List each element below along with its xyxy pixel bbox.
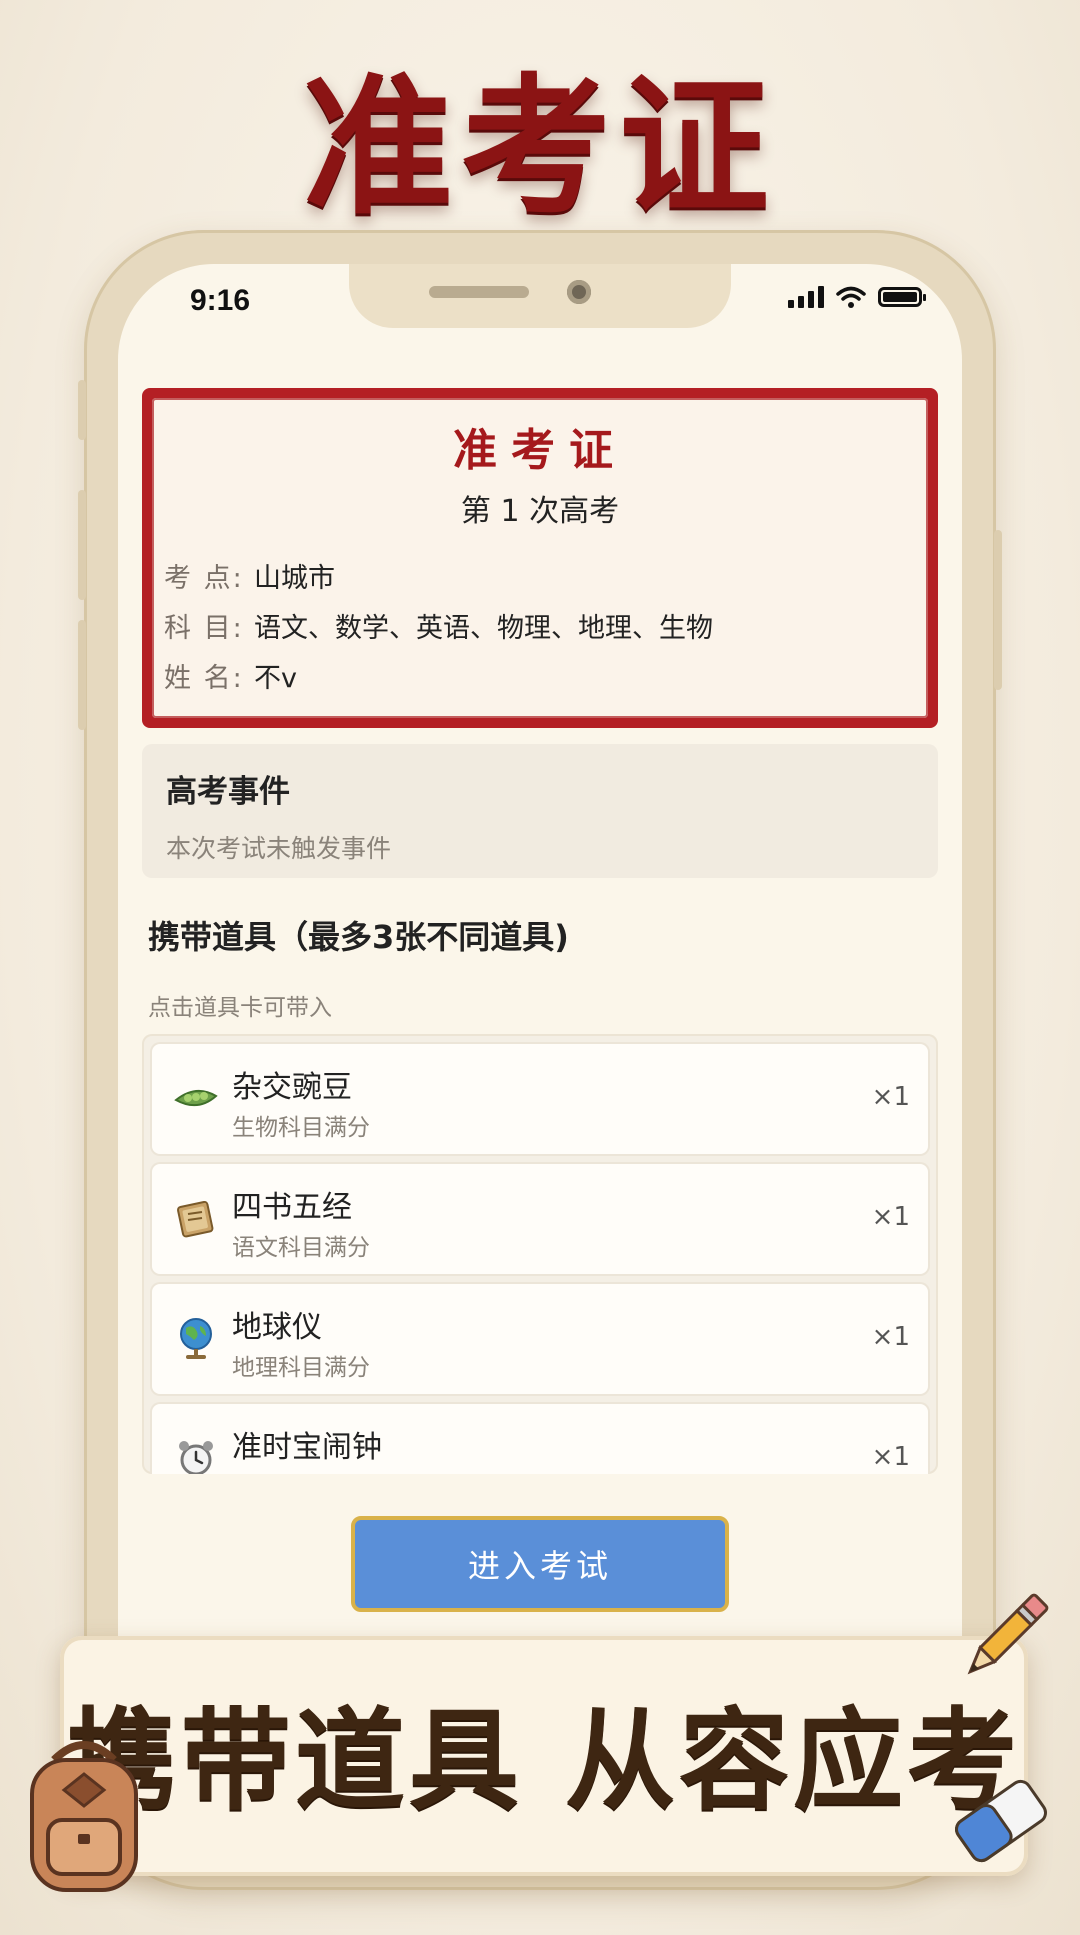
prop-name: 地球仪 [232,1310,322,1345]
prop-count: ×1 [871,1082,910,1112]
promo-banner: 携带道具 从容应考 [60,1636,1028,1876]
event-title: 高考事件 [166,774,290,810]
prop-count: ×1 [871,1322,910,1352]
phone-volume-down [78,620,86,730]
prop-card-alarm-clock[interactable]: 准时宝闹钟 ×1 [152,1404,928,1474]
books-icon [176,1200,214,1238]
prop-name: 四书五经 [232,1190,352,1225]
admit-card: 准考证 第 1 次高考 考 点: 山城市 科 目: 语文、数学、英语、物理、地理… [142,388,938,728]
promo-banner-text: 携带道具 从容应考 [66,1696,1022,1825]
info-row-subjects: 科 目: 语文、数学、英语、物理、地理、生物 [164,606,713,645]
prop-description: 生物科目满分 [232,1115,370,1141]
globe-icon [180,1318,212,1359]
info-label: 科 目: [164,613,244,644]
info-value: 语文、数学、英语、物理、地理、生物 [254,613,713,644]
enter-exam-button[interactable]: 进入考试 [351,1516,729,1612]
exam-round: 第 1 次高考 [460,494,620,529]
alarm-clock-icon [179,1441,213,1474]
info-label: 考 点: [164,563,244,594]
props-section-hint: 点击道具卡可带入 [148,995,332,1021]
admit-card-title: 准考证 [453,425,627,476]
promo-title: 准考证 [302,59,777,235]
props-section-title: 携带道具（最多3张不同道具) [148,918,569,956]
prop-list[interactable]: 杂交豌豆 生物科目满分 ×1 四书五经 语文科目满分 ×1 地球仪 地理科目满分… [142,1034,938,1474]
admit-card-inner: 准考证 第 1 次高考 考 点: 山城市 科 目: 语文、数学、英语、物理、地理… [152,398,928,718]
prop-card-globe[interactable]: 地球仪 地理科目满分 ×1 [152,1284,928,1394]
front-camera [567,280,591,304]
signal-icon [788,286,824,308]
phone-notch [349,264,731,328]
prop-name: 准时宝闹钟 [232,1430,382,1465]
phone-screen: 9:16 准考证 第 1 次高考 考 点: 山城市 科 目: 语文、数学、英语、… [118,264,962,1856]
status-icons [788,286,926,308]
prop-description: 语文科目满分 [232,1235,370,1261]
backpack-icon [30,1741,138,1892]
info-value: 不v [254,663,297,694]
prop-card-books[interactable]: 四书五经 语文科目满分 ×1 [152,1164,928,1274]
info-value: 山城市 [254,563,335,594]
status-time: 9:16 [190,284,251,317]
exam-event-panel: 高考事件 本次考试未触发事件 [142,744,938,878]
info-label: 姓 名: [164,663,244,694]
eraser-icon [955,1779,1047,1863]
phone-power-button [994,530,1002,690]
event-description: 本次考试未触发事件 [166,834,392,863]
phone-volume-up [78,490,86,600]
prop-count: ×1 [871,1442,910,1472]
prop-card-pea[interactable]: 杂交豌豆 生物科目满分 ×1 [152,1044,928,1154]
prop-description: 地理科目满分 [232,1355,370,1381]
info-row-location: 考 点: 山城市 [164,556,335,595]
info-row-name: 姓 名: 不v [164,656,297,695]
phone-mute-switch [78,380,86,440]
speaker-grille [429,286,529,298]
pencil-icon [967,1593,1049,1675]
prop-name: 杂交豌豆 [232,1070,352,1105]
battery-icon [878,287,926,307]
pea-pod-icon [174,1089,218,1107]
wifi-icon [836,286,866,308]
prop-count: ×1 [871,1202,910,1232]
